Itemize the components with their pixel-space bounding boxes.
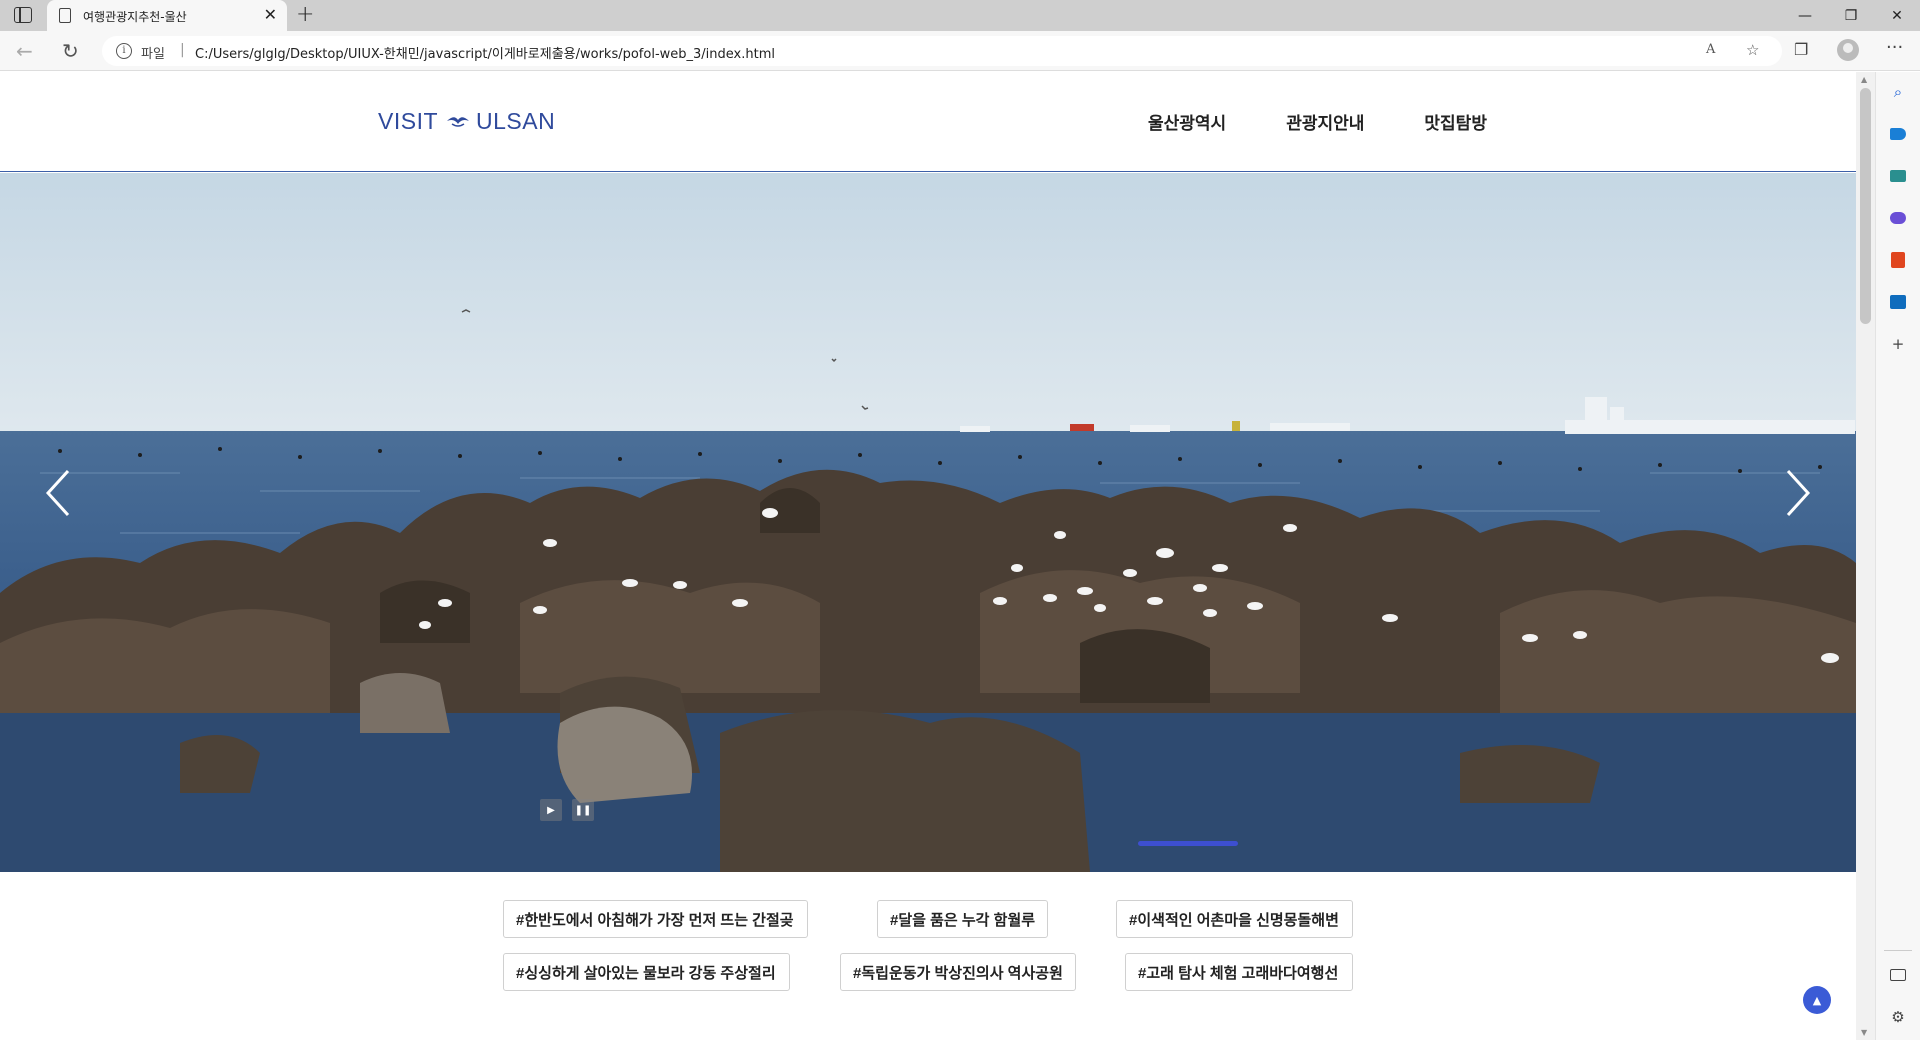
add-icon[interactable]: +	[1888, 334, 1908, 354]
tab-title: 여행관광지추천-울산	[83, 10, 187, 24]
scroll-to-top-button[interactable]: ▲	[1803, 986, 1831, 1014]
hero-image	[0, 173, 1856, 872]
url-text[interactable]: C:/Users/glglg/Desktop/UIUX-한채민/javascri…	[195, 43, 775, 62]
tab-close-icon[interactable]: ✕	[264, 5, 277, 24]
close-window-button[interactable]: ✕	[1874, 0, 1920, 31]
address-bar[interactable]: i 파일 | C:/Users/glglg/Desktop/UIUX-한채민/j…	[102, 36, 1782, 66]
more-menu-icon[interactable]: ···	[1886, 37, 1903, 58]
scroll-up-icon[interactable]: ▲	[1861, 75, 1867, 84]
logo-text-ulsan: ULSAN	[476, 107, 556, 134]
chevron-up-icon: ▲	[1812, 993, 1822, 1007]
tools-icon[interactable]	[1888, 166, 1908, 186]
file-label: 파일	[141, 47, 165, 62]
slider-controls: ▶ ❚❚	[540, 799, 594, 821]
logo-bird-icon	[447, 117, 470, 127]
next-slide-arrow-icon[interactable]	[1776, 463, 1816, 523]
hashtag-gangdong-jusangjeolli[interactable]: #싱싱하게 살아있는 물보라 강동 주상절리	[503, 953, 790, 991]
browser-toolbar: ← ↻ i 파일 | C:/Users/glglg/Desktop/UIUX-한…	[0, 31, 1920, 71]
page-icon	[59, 8, 71, 23]
search-icon[interactable]: ⌕	[1888, 82, 1908, 102]
collections-icon[interactable]: ❐	[1794, 40, 1808, 59]
play-button[interactable]: ▶	[540, 799, 562, 821]
reload-icon[interactable]: ↻	[62, 39, 79, 63]
page-viewport: VISIT ULSAN 울산광역시 관광지안내 맛집탐방 ▶ ❚❚ #한반도에서…	[0, 72, 1856, 1040]
games-icon[interactable]	[1888, 208, 1908, 228]
nav-item-restaurants[interactable]: 맛집탐방	[1424, 109, 1487, 134]
hashtag-whale-cruise[interactable]: #고래 탐사 체험 고래바다여행선	[1125, 953, 1353, 991]
page-scrollbar[interactable]: ▲ ▼	[1856, 72, 1875, 1040]
outlook-icon[interactable]	[1888, 292, 1908, 312]
hashtag-park-sangjin-park[interactable]: #독립운동가 박상진의사 역사공원	[840, 953, 1076, 991]
site-logo[interactable]: VISIT ULSAN	[378, 108, 555, 134]
browser-tab[interactable]: 여행관광지추천-울산 ✕	[47, 0, 287, 31]
hashtag-ganjeolgot[interactable]: #한반도에서 아침해가 가장 먼저 뜨는 간절곶	[503, 900, 808, 938]
hashtag-sinmyeong-beach[interactable]: #이색적인 어촌마을 신명몽돌해변	[1116, 900, 1353, 938]
address-separator: |	[180, 42, 185, 58]
hide-sidebar-icon[interactable]	[1888, 965, 1908, 985]
profile-avatar[interactable]	[1837, 39, 1859, 61]
settings-icon[interactable]: ⚙	[1888, 1007, 1908, 1027]
office-icon[interactable]	[1888, 250, 1908, 270]
info-icon[interactable]: i	[116, 43, 132, 59]
logo-text-visit: VISIT	[378, 107, 439, 134]
scroll-thumb[interactable]	[1860, 88, 1871, 324]
prev-slide-arrow-icon[interactable]	[40, 463, 80, 523]
browser-tab-bar: 여행관광지추천-울산 ✕ + — ❐ ✕	[0, 0, 1920, 31]
tab-actions-icon[interactable]	[14, 7, 32, 23]
restore-button[interactable]: ❐	[1828, 0, 1874, 31]
window-controls: — ❐ ✕	[1782, 0, 1920, 31]
site-header: VISIT ULSAN 울산광역시 관광지안내 맛집탐방	[0, 72, 1856, 172]
nav-item-tourism[interactable]: 관광지안내	[1286, 109, 1364, 134]
main-nav: 울산광역시 관광지안내 맛집탐방	[1148, 109, 1547, 134]
sidebar-divider	[1884, 950, 1912, 951]
new-tab-button[interactable]: +	[296, 2, 314, 27]
tag-icon[interactable]	[1888, 124, 1908, 144]
browser-sidebar: ⌕ + ⚙	[1875, 72, 1920, 1040]
favorite-star-icon[interactable]: ☆	[1746, 41, 1759, 59]
hero-slider: ▶ ❚❚	[0, 173, 1856, 872]
nav-item-ulsan-city[interactable]: 울산광역시	[1148, 109, 1226, 134]
hashtag-hamwollu[interactable]: #달을 품은 누각 함월루	[877, 900, 1048, 938]
scroll-down-icon[interactable]: ▼	[1861, 1028, 1867, 1037]
slide-indicator[interactable]	[1138, 841, 1238, 846]
minimize-button[interactable]: —	[1782, 0, 1828, 31]
back-arrow-icon[interactable]: ←	[16, 39, 33, 63]
read-aloud-icon[interactable]: A	[1706, 42, 1715, 57]
pause-button[interactable]: ❚❚	[572, 799, 594, 821]
